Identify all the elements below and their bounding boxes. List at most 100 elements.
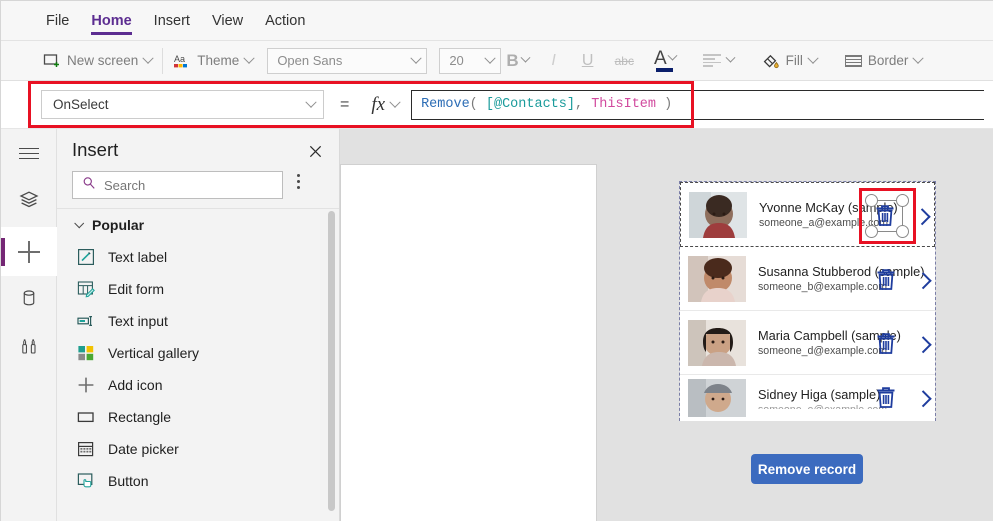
svg-text:Aa: Aa (174, 54, 185, 64)
divider (162, 47, 164, 74)
table-row[interactable]: Susanna Stubberod (sample) someone_b@exa… (680, 247, 935, 311)
align-button[interactable] (695, 46, 742, 76)
insert-item-label: Date picker (108, 441, 179, 457)
rail-item-insert[interactable] (1, 227, 57, 276)
insert-item-add-icon[interactable]: Add icon (57, 369, 339, 401)
remove-record-button[interactable]: Remove record (751, 454, 863, 484)
chevron-down-icon (667, 50, 678, 61)
contact-email: someone_a@example.com (759, 217, 889, 229)
more-options-icon[interactable] (297, 174, 300, 189)
media-icon (19, 337, 39, 362)
rail-item-media[interactable] (1, 325, 57, 374)
rail-item-tree-view[interactable] (1, 178, 57, 227)
border-button[interactable]: Border (837, 46, 931, 76)
rectangle-icon (77, 408, 95, 426)
chevron-down-icon (725, 52, 736, 63)
insert-item-text-label[interactable]: Text label (57, 241, 339, 273)
panel-title: Insert (72, 139, 119, 160)
app-screen[interactable] (340, 164, 597, 521)
font-size-select[interactable]: 20 (439, 47, 502, 74)
insert-item-text-input[interactable]: Text input (57, 305, 339, 337)
menu-item-home[interactable]: Home (80, 2, 142, 40)
formula-token-comma: , (575, 97, 592, 112)
formula-bar: OnSelect = fx Remove ( [@Contacts] , Thi… (1, 81, 993, 129)
fill-label: Fill (785, 53, 803, 68)
formula-token-variable: ThisItem (591, 97, 657, 112)
insert-item-date-picker[interactable]: Date picker (57, 433, 339, 465)
left-rail (1, 129, 57, 521)
table-row[interactable]: Sidney Higa (sample) someone_e@example.c… (680, 375, 935, 421)
underline-button[interactable]: U (576, 46, 600, 76)
font-family-value: Open Sans (277, 53, 343, 68)
rail-item-menu[interactable] (1, 129, 57, 178)
font-color-swatch (656, 67, 674, 72)
menu-item-insert[interactable]: Insert (143, 2, 201, 40)
bold-label: B (506, 50, 519, 70)
delete-icon[interactable] (875, 384, 897, 410)
contact-email: someone_d@example.com (758, 345, 888, 357)
button-icon (77, 472, 95, 490)
formula-token-function: Remove (421, 97, 470, 112)
chevron-down-icon (305, 96, 317, 108)
edit-form-icon (77, 280, 95, 298)
insert-group-popular[interactable]: Popular (57, 209, 339, 241)
insert-group-label: Popular (92, 217, 145, 233)
close-icon[interactable] (305, 141, 325, 161)
chevron-down-icon (410, 52, 422, 64)
delete-icon[interactable] (875, 330, 897, 356)
theme-button[interactable]: Aa Theme (165, 46, 261, 76)
align-left-icon (702, 54, 721, 67)
border-icon (844, 54, 862, 67)
add-icon (77, 376, 95, 394)
menu-item-view[interactable]: View (201, 2, 254, 40)
table-row[interactable]: Maria Campbell (sample) someone_d@exampl… (680, 311, 935, 375)
chevron-down-icon (520, 52, 531, 63)
property-select[interactable]: OnSelect (41, 90, 324, 119)
database-icon (19, 288, 39, 313)
insert-item-vertical-gallery[interactable]: Vertical gallery (57, 337, 339, 369)
text-label-icon (77, 248, 95, 266)
insert-item-button[interactable]: Button (57, 465, 339, 497)
panel-scrollbar[interactable] (328, 211, 335, 511)
search-input[interactable]: Search (72, 171, 283, 199)
delete-icon[interactable] (874, 202, 896, 228)
row-text: Susanna Stubberod (sample) someone_b@exa… (758, 264, 935, 293)
chevron-down-icon (484, 52, 496, 64)
font-color-button[interactable]: A (651, 49, 679, 72)
contact-email: someone_e@example.com (758, 404, 935, 409)
avatar (688, 319, 746, 366)
add-icon (18, 240, 40, 263)
table-row[interactable]: Yvonne McKay (sample) someone_a@example.… (680, 182, 935, 247)
insert-item-label: Edit form (108, 281, 165, 297)
fill-button[interactable]: Fill (754, 46, 825, 76)
contact-name: Sidney Higa (sample) (758, 387, 881, 402)
insert-item-label: Vertical gallery (108, 345, 200, 361)
formula-token-close: ) (656, 97, 673, 112)
row-text: Yvonne McKay (sample) someone_a@example.… (759, 200, 934, 229)
contact-name: Yvonne McKay (sample) (759, 200, 898, 215)
tree-view-icon (18, 189, 40, 216)
fx-button[interactable]: fx (363, 94, 411, 116)
strikethrough-button[interactable]: abc (610, 46, 639, 76)
menu-item-action[interactable]: Action (254, 2, 316, 40)
theme-label: Theme (197, 53, 240, 68)
font-family-select[interactable]: Open Sans (267, 47, 428, 74)
contact-name: Maria Campbell (sample) (758, 328, 901, 343)
bold-button[interactable]: B (501, 46, 533, 76)
formula-input[interactable]: Remove ( [@Contacts] , ThisItem ) (411, 89, 984, 120)
rail-item-data[interactable] (1, 276, 57, 325)
delete-icon[interactable] (875, 266, 897, 292)
vertical-gallery[interactable]: Yvonne McKay (sample) someone_a@example.… (679, 181, 936, 421)
border-label: Border (867, 53, 909, 68)
insert-item-rectangle[interactable]: Rectangle (57, 401, 339, 433)
new-screen-button[interactable]: New screen (35, 46, 160, 76)
italic-button[interactable]: I (542, 46, 566, 76)
menu-bar: File Home Insert View Action (1, 1, 993, 41)
contact-name: Susanna Stubberod (sample) (758, 264, 925, 279)
insert-panel-header: Insert Search (57, 129, 339, 209)
font-size-value: 20 (449, 53, 464, 68)
menu-item-file[interactable]: File (35, 2, 80, 40)
insert-item-label: Button (108, 473, 149, 489)
power-apps-studio: File Home Insert View Action New screen … (0, 0, 993, 521)
insert-item-edit-form[interactable]: Edit form (57, 273, 339, 305)
